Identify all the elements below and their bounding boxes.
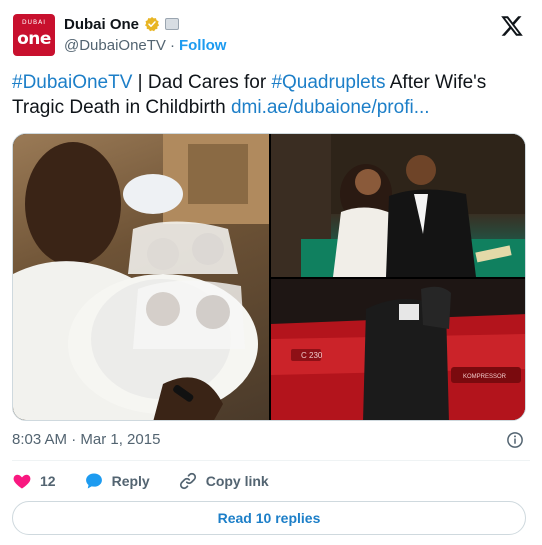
photo-red-car-art: C 230 KOMPRESSOR — [271, 279, 525, 420]
media-grid: C 230 KOMPRESSOR — [12, 133, 526, 421]
affiliate-badge-icon — [165, 18, 180, 30]
tweet-text-part-1: | Dad Cares for — [132, 72, 272, 93]
photo-red-car[interactable]: C 230 KOMPRESSOR — [271, 279, 525, 420]
photo-couple[interactable] — [271, 134, 525, 277]
handle-row: @DubaiOneTV · Follow — [64, 37, 226, 54]
reply-label: Reply — [111, 473, 150, 489]
info-icon[interactable] — [506, 431, 524, 449]
hashtag-quadruplets[interactable]: #Quadruplets — [271, 72, 385, 93]
divider — [12, 460, 530, 461]
photo-father-with-quadruplets-art — [13, 134, 269, 420]
link-icon — [179, 472, 196, 490]
car-plate-text: C 230 — [301, 351, 323, 360]
like-count: 12 — [40, 473, 56, 489]
display-name[interactable]: Dubai One — [64, 16, 139, 33]
photo-father-with-quadruplets[interactable] — [13, 134, 269, 420]
handle[interactable]: @DubaiOneTV — [64, 37, 166, 54]
follow-button[interactable]: Follow — [179, 37, 227, 54]
hashtag-dubaionetv[interactable]: #DubaiOneTV — [12, 72, 132, 93]
like-button[interactable]: 12 — [12, 471, 56, 491]
car-badge-text: KOMPRESSOR — [463, 374, 507, 380]
read-replies-button[interactable]: Read 10 replies — [12, 501, 526, 535]
photo-couple-art — [271, 134, 525, 277]
avatar[interactable]: DUBAI one — [13, 14, 55, 56]
heart-icon — [13, 474, 31, 489]
copy-link-button[interactable]: Copy link — [178, 471, 269, 491]
avatar-brand-text: DUBAI — [21, 19, 46, 26]
tweet-card: DUBAI one Dubai One @DubaiOneTV · Follow… — [0, 0, 542, 545]
reply-bubble-icon — [85, 473, 102, 489]
tweet-text: #DubaiOneTV | Dad Cares for #Quadruplets… — [12, 70, 528, 120]
timestamp[interactable]: 8:03 AM · Mar 1, 2015 — [12, 431, 160, 448]
avatar-logo-text: one — [17, 29, 51, 49]
reply-button[interactable]: Reply — [84, 471, 150, 491]
tweet-link[interactable]: dmi.ae/dubaione/profi... — [231, 97, 430, 118]
name-row: Dubai One — [64, 14, 180, 34]
verified-badge-icon — [145, 17, 160, 32]
copy-link-label: Copy link — [205, 473, 269, 489]
separator: · — [169, 37, 175, 54]
action-bar: 12 Reply Copy link — [12, 470, 297, 492]
x-logo-icon[interactable] — [500, 14, 524, 38]
